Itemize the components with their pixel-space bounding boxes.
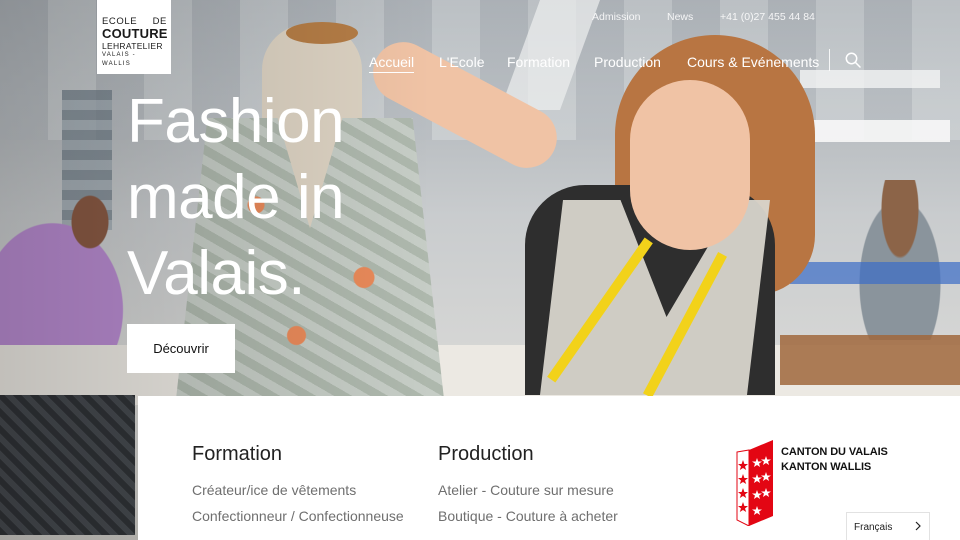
hero-headline-line2: made in	[127, 163, 345, 232]
utility-link-news[interactable]: News	[667, 11, 693, 23]
nav-item-ecole[interactable]: L'Ecole	[439, 54, 484, 70]
nav-divider	[829, 49, 830, 71]
nav-item-cours-evenements[interactable]: Cours & Evénements	[687, 54, 819, 70]
canton-name-de[interactable]: KANTON WALLIS	[781, 461, 871, 473]
production-link-boutique[interactable]: Boutique - Couture à acheter	[438, 508, 618, 524]
hero-headline: Fashion made in Valais.	[127, 84, 345, 312]
formation-link-confectionneur[interactable]: Confectionneur / Confectionneuse	[192, 508, 404, 524]
nav-item-accueil[interactable]: Accueil	[369, 54, 415, 73]
school-logo[interactable]: ECOLE DE COUTURE LEHRATELIER VALAIS - WA…	[97, 0, 171, 74]
language-selector-value: Français	[854, 522, 893, 533]
formation-link-createur[interactable]: Créateur/ice de vêtements	[192, 482, 356, 498]
production-title[interactable]: Production	[438, 443, 534, 466]
valais-crest-icon[interactable]	[735, 440, 775, 526]
search-icon[interactable]	[845, 52, 861, 68]
nav-item-formation[interactable]: Formation	[507, 54, 570, 70]
language-selector[interactable]: Français	[846, 512, 930, 540]
chevron-right-icon	[915, 521, 921, 531]
formation-title[interactable]: Formation	[192, 443, 282, 466]
logo-line3: LEHRATELIER	[102, 41, 163, 51]
utility-link-phone[interactable]: +41 (0)27 455 44 84	[720, 11, 815, 23]
nav-item-production[interactable]: Production	[594, 54, 661, 70]
utility-link-admission[interactable]: Admission	[592, 11, 640, 23]
logo-line2: COUTURE	[102, 26, 168, 41]
logo-line4: VALAIS - WALLIS	[102, 52, 136, 67]
discover-button[interactable]: Découvrir	[127, 324, 235, 373]
canton-name-fr[interactable]: CANTON DU VALAIS	[781, 446, 888, 458]
hero-headline-line3: Valais.	[127, 239, 306, 308]
hero-headline-line1: Fashion	[127, 87, 345, 156]
production-link-atelier[interactable]: Atelier - Couture sur mesure	[438, 482, 614, 498]
